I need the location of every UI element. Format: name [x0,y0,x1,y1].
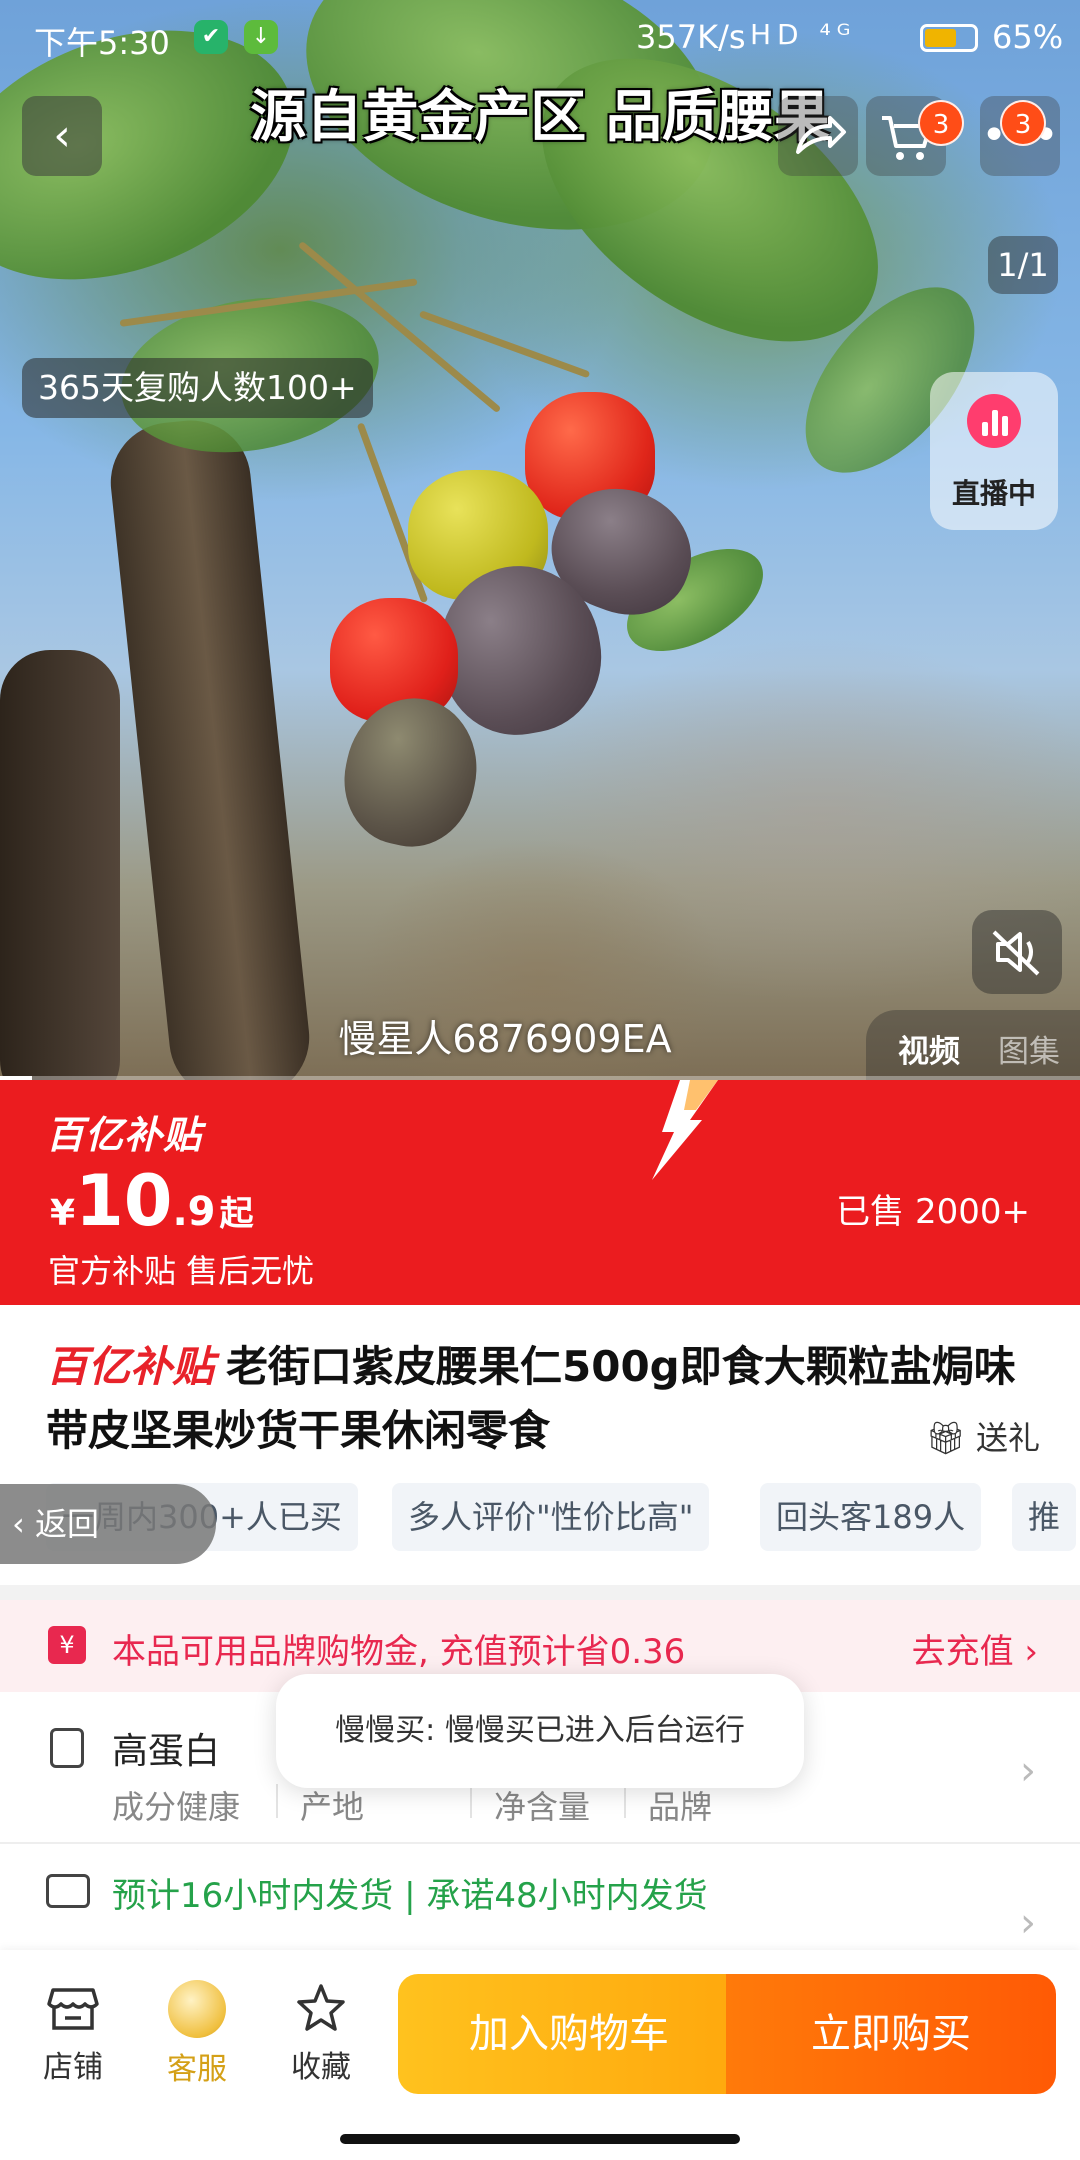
chip-repeat-buyers[interactable]: 回头客189人 [760,1483,982,1551]
image-pager: 1/1 [988,236,1058,294]
divider [624,1784,626,1818]
status-bar: 下午5:30 ✔ ↓ 357K/s HD ⁴ᴳ 65% [0,0,1080,74]
price-currency: ¥ [50,1193,76,1234]
status-time: 下午5:30 [34,24,170,62]
param-value-ingredients: 高蛋白 [112,1731,221,1772]
subsidy-tag: 百亿补贴 [46,1342,215,1391]
favorite-label: 收藏 [291,2050,351,2085]
tree-trunk [104,414,316,1080]
net-speed: 357K/s [636,18,746,56]
bottom-action-bar: 店铺 客服 收藏 加入购物车 立即购买 [0,1950,1080,2160]
chevron-left-icon: ‹ [53,110,71,161]
shield-app-icon: ✔ [194,20,228,54]
speaker-muted-icon [992,930,1040,976]
shipping-row[interactable]: 预计16小时内发货 | 承诺48小时内发货 浙江金华 | 快递: 免运费 › [0,1842,1080,1962]
customer-service-button[interactable]: 客服 [142,1980,252,2088]
battery-percent: 65% [992,18,1064,56]
recharge-label: 去充值 [911,1632,1014,1672]
cart-badge: 3 [918,100,964,146]
live-label: 直播中 [951,477,1036,510]
tab-gallery[interactable]: 图集 [998,1026,1060,1071]
subsidy-banner: 百亿补贴 ¥10.9 起 已售 2000+ 官方补贴 售后无忧 [0,1080,1080,1305]
brand-gold-text: 本品可用品牌购物金, 充值预计省0.36 [112,1632,686,1672]
mute-button[interactable] [972,910,1062,994]
more-badge: 3 [1000,100,1046,146]
divider [470,1784,472,1818]
chevron-left-icon: ‹ [12,1505,35,1543]
gift-label: 送礼 [975,1419,1040,1457]
repurchase-badge: 365天复购人数100+ [22,358,373,418]
shop-button[interactable]: 店铺 [18,1980,128,2086]
banner-tags: 官方补贴 售后无忧 [48,1252,315,1290]
buy-now-button[interactable]: 立即购买 [726,1974,1056,2094]
live-bars-icon [982,406,1008,436]
shipping-promise: 预计16小时内发货 | 承诺48小时内发货 [112,1876,708,1916]
store-icon [47,1988,99,2030]
video-watermark: 慢星人6876909EA [338,1017,672,1061]
signal-icons: HD ⁴ᴳ [750,18,857,51]
mascot-icon [168,1980,226,2038]
share-button[interactable] [778,96,858,176]
share-icon [796,116,846,154]
background-toast: 慢慢买: 慢慢买已进入后台运行 [276,1674,804,1788]
download-app-icon: ↓ [244,20,278,54]
yuan-icon: ¥ [48,1626,86,1664]
subsidy-logo: 百亿补贴 [46,1113,203,1157]
media-tabs: 视频 图集 [866,1010,1080,1080]
recharge-link[interactable]: 去充值 › [912,1624,1038,1673]
sold-count: 已售 2000+ [836,1192,1030,1232]
chevron-right-icon: › [1020,1748,1036,1794]
lightning-icon [652,1080,718,1180]
battery-fill [925,29,956,47]
price-decimal: .9 [172,1189,216,1235]
product-page: 源自黄金产区 品质腰果 下午5:30 ✔ ↓ 357K/s HD ⁴ᴳ 65% … [0,0,1080,2160]
return-label: 返回 [34,1505,99,1543]
param-label-net-weight: 净含量 [494,1788,591,1826]
price: ¥10.9 起 [50,1160,254,1242]
product-title: 百亿补贴 老街口紫皮腰果仁500g即食大颗粒盐焗味带皮坚果炒货干果休闲零食 [46,1335,1046,1463]
back-button[interactable]: ‹ [22,96,102,176]
shop-label: 店铺 [43,2050,103,2085]
service-label: 客服 [167,2052,227,2087]
chip-more[interactable]: 推 [1012,1483,1077,1551]
gift-icon: 🎁︎ [925,1419,966,1457]
tab-video[interactable]: 视频 [898,1026,960,1071]
live-stream-button[interactable]: 直播中 [930,372,1058,530]
favorite-button[interactable]: 收藏 [266,1980,376,2086]
home-indicator[interactable] [340,2134,740,2144]
price-integer: 10 [75,1160,173,1242]
gift-button[interactable]: 🎁︎ 送礼 [925,1413,1040,1459]
chevron-right-icon: › [1020,1900,1036,1946]
param-label-brand: 品牌 [648,1788,713,1826]
battery-icon [920,24,978,52]
price-suffix: 起 [219,1194,254,1234]
product-hero-media[interactable]: 源自黄金产区 品质腰果 下午5:30 ✔ ↓ 357K/s HD ⁴ᴳ 65% … [0,0,1080,1080]
param-label-ingredients: 成分健康 [112,1788,241,1826]
params-icon [50,1728,84,1768]
return-pill-button[interactable]: ‹ 返回 [0,1484,216,1564]
star-icon [297,1984,345,2031]
param-label-origin: 产地 [300,1788,365,1826]
truck-icon [46,1874,90,1908]
add-to-cart-button[interactable]: 加入购物车 [398,1974,740,2094]
chip-reviews[interactable]: 多人评价"性价比高" [392,1483,710,1551]
divider [276,1784,278,1818]
